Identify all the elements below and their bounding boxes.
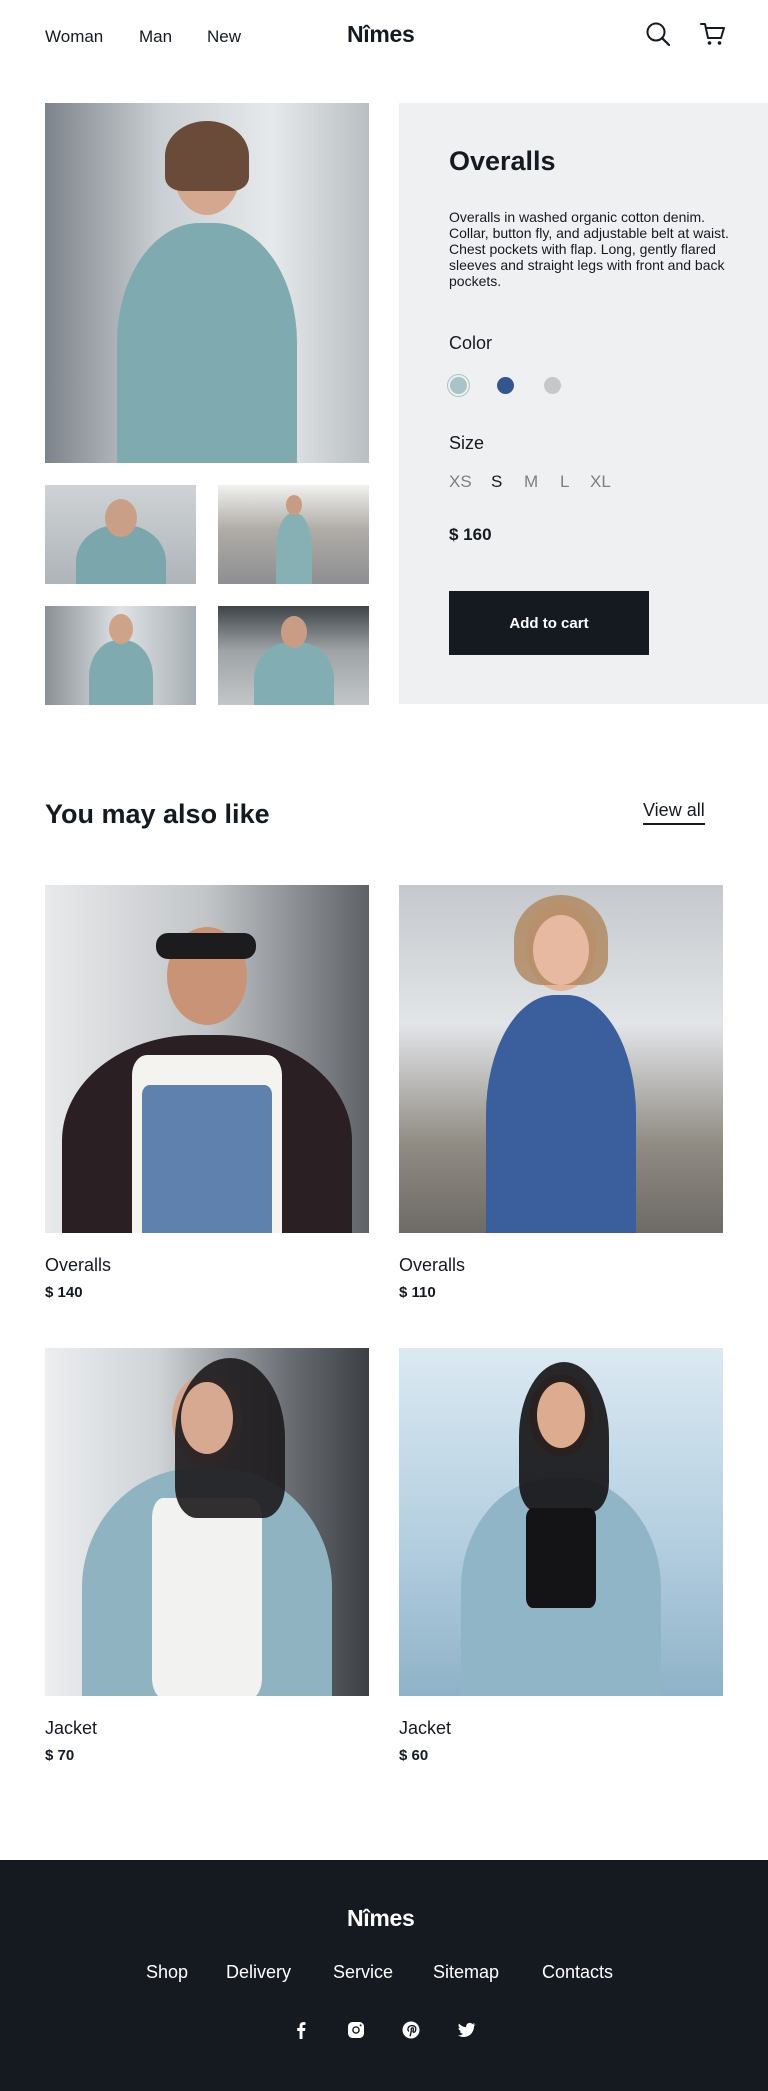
size-label: Size (449, 433, 485, 453)
related-name-3[interactable]: Jacket (45, 1718, 97, 1739)
product-thumb-2[interactable] (218, 485, 369, 584)
product-description: Overalls in washed organic cotton denim.… (449, 209, 729, 289)
product-price: $ 160 (449, 525, 492, 544)
footer-link-sitemap[interactable]: Sitemap (433, 1962, 499, 1983)
product-thumb-1[interactable] (45, 485, 196, 584)
search-icon[interactable] (645, 21, 671, 47)
add-to-cart-button[interactable]: Add to cart (449, 591, 649, 655)
footer-link-service[interactable]: Service (333, 1962, 393, 1983)
size-l[interactable]: L (560, 472, 569, 492)
related-image-3[interactable] (45, 1348, 369, 1696)
pinterest-icon[interactable] (399, 2018, 423, 2042)
color-swatch-blue[interactable] (497, 377, 514, 394)
related-title: You may also like (45, 799, 270, 829)
related-price-2: $ 110 (399, 1284, 436, 1301)
size-xl[interactable]: XL (590, 472, 611, 492)
view-all-link[interactable]: View all (643, 800, 705, 825)
related-price-1: $ 140 (45, 1284, 83, 1301)
footer-logo[interactable]: Nîmes (347, 1905, 415, 1932)
nav-woman[interactable]: Woman (45, 27, 103, 47)
nav-man[interactable]: Man (139, 27, 172, 47)
related-image-2[interactable] (399, 885, 723, 1233)
related-image-4[interactable] (399, 1348, 723, 1696)
related-price-3: $ 70 (45, 1747, 75, 1764)
footer-link-contacts[interactable]: Contacts (542, 1962, 613, 1983)
instagram-icon[interactable] (344, 2018, 368, 2042)
product-main-image (45, 103, 369, 463)
related-name-1[interactable]: Overalls (45, 1255, 111, 1276)
facebook-icon[interactable] (289, 2018, 313, 2042)
product-thumb-3[interactable] (45, 606, 196, 705)
color-swatch-grey[interactable] (544, 377, 561, 394)
related-price-4: $ 60 (399, 1747, 429, 1764)
footer-link-delivery[interactable]: Delivery (226, 1962, 291, 1983)
related-name-2[interactable]: Overalls (399, 1255, 465, 1276)
related-name-4[interactable]: Jacket (399, 1718, 451, 1739)
footer-link-shop[interactable]: Shop (146, 1962, 188, 1983)
product-thumb-4[interactable] (218, 606, 369, 705)
color-swatch-sage[interactable] (450, 377, 467, 394)
nav-new[interactable]: New (207, 27, 241, 47)
size-s[interactable]: S (491, 472, 502, 492)
product-title: Overalls (449, 146, 556, 176)
logo[interactable]: Nîmes (347, 21, 415, 48)
related-image-1[interactable] (45, 885, 369, 1233)
color-label: Color (449, 333, 493, 353)
twitter-icon[interactable] (454, 2018, 478, 2042)
cart-icon[interactable] (700, 21, 726, 47)
size-xs[interactable]: XS (449, 472, 472, 492)
size-m[interactable]: M (524, 472, 538, 492)
